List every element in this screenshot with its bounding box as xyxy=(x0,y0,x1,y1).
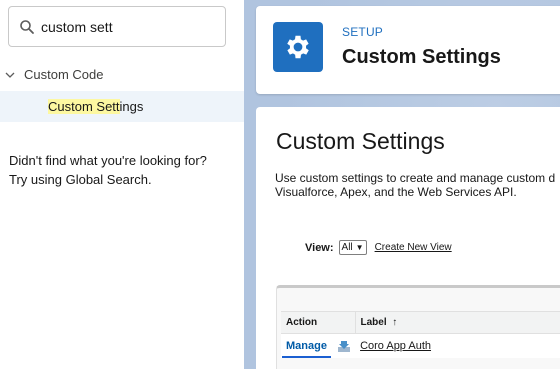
chevron-down-icon[interactable] xyxy=(5,70,15,80)
description-line: Visualforce, Apex, and the Web Services … xyxy=(275,185,517,199)
tree-item-label-rest: ings xyxy=(119,99,144,114)
content-title: Custom Settings xyxy=(276,128,445,154)
view-label: View: xyxy=(305,241,334,254)
breadcrumb: SETUP xyxy=(342,25,384,39)
no-results-line: Didn't find what you're looking for? xyxy=(9,153,207,168)
global-search-hint: Try using Global Search. xyxy=(9,172,152,187)
description-line: Use custom settings to create and manage… xyxy=(275,171,556,185)
quick-find-input[interactable] xyxy=(41,15,216,39)
gear-icon xyxy=(287,35,309,59)
no-results-message: Didn't find what you're looking for? Try… xyxy=(9,151,239,189)
column-header-label-text: Label xyxy=(360,317,387,328)
sort-ascending-icon: ↑ xyxy=(392,317,398,328)
download-icon xyxy=(338,340,350,352)
table-header-row: Action Label ↑ xyxy=(281,311,560,334)
view-selector-row: View: All ▼ Create New View xyxy=(305,240,452,255)
setup-sidebar: Custom Code Custom Settings Didn't find … xyxy=(0,0,244,369)
page-header: SETUP Custom Settings xyxy=(256,6,560,94)
list-view: Action Label ↑ Manage Coro App Auth xyxy=(276,285,560,369)
view-select[interactable]: All ▼ xyxy=(338,240,367,255)
view-selected-value: All xyxy=(341,242,353,253)
label-cell: Coro App Auth xyxy=(338,333,560,358)
tree-item-label: Custom Code xyxy=(24,67,104,82)
column-header-action: Action xyxy=(281,311,356,334)
tree-item-label: Custom Settings xyxy=(48,99,143,114)
content-panel: Custom Settings Use custom settings to c… xyxy=(256,107,560,369)
main-area: SETUP Custom Settings Custom Settings Us… xyxy=(244,0,560,369)
setup-icon-tile xyxy=(273,22,323,72)
column-header-label[interactable]: Label ↑ xyxy=(355,311,560,334)
manage-link[interactable]: Manage xyxy=(282,340,331,358)
quick-find-box[interactable] xyxy=(8,6,226,47)
tree-item-custom-settings[interactable]: Custom Settings xyxy=(0,91,244,122)
tree-item-custom-code[interactable]: Custom Code xyxy=(0,63,244,87)
page-description: Use custom settings to create and manage… xyxy=(275,171,560,199)
setting-label-link[interactable]: Coro App Auth xyxy=(360,340,431,352)
search-highlight: Custom Sett xyxy=(48,99,120,114)
create-new-view-link[interactable]: Create New View xyxy=(375,242,452,253)
custom-settings-table: Action Label ↑ Manage Coro App Auth xyxy=(281,311,560,358)
chevron-down-icon: ▼ xyxy=(355,243,364,252)
table-row: Manage Coro App Auth xyxy=(281,333,560,358)
search-icon xyxy=(20,20,34,34)
page-title: Custom Settings xyxy=(342,46,501,68)
